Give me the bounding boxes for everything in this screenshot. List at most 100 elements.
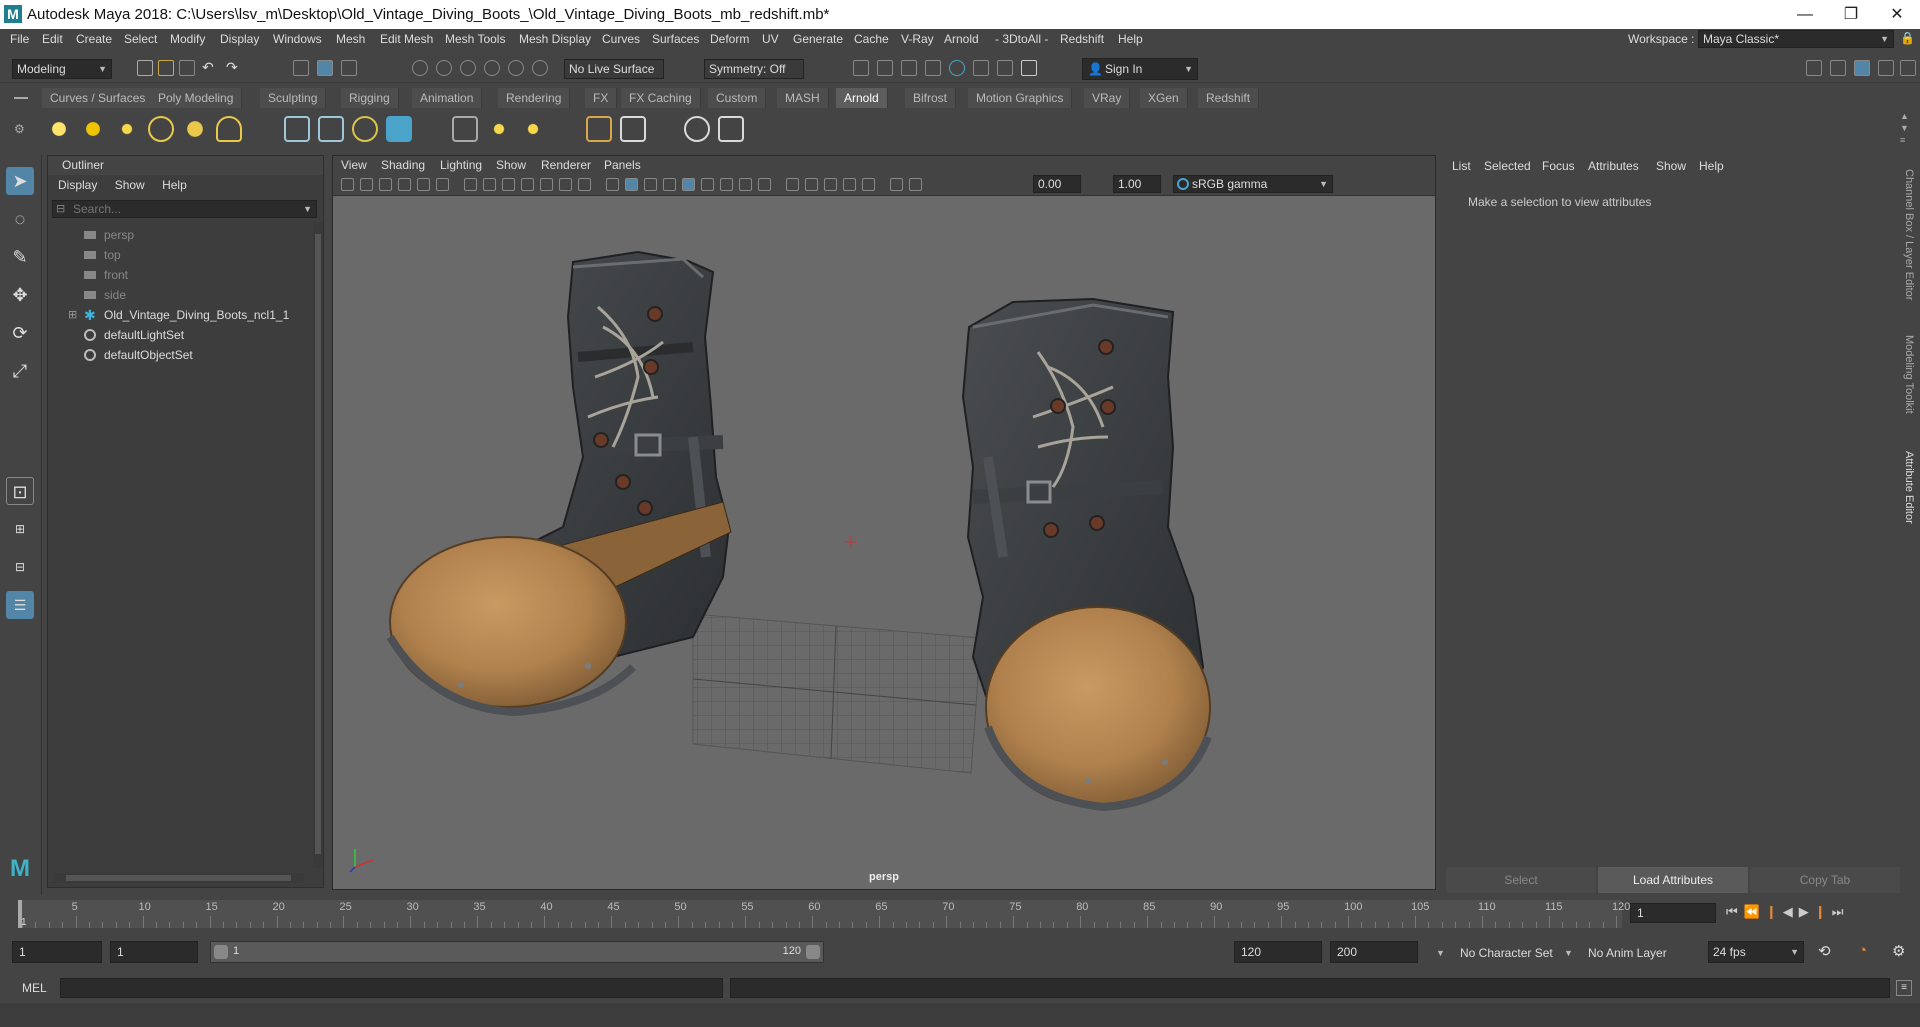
go-to-start-icon[interactable]: ⏮ <box>1726 904 1744 919</box>
grid-toggle-icon[interactable] <box>464 178 477 191</box>
area-light-icon[interactable] <box>46 116 72 142</box>
tool-settings-icon[interactable] <box>1878 60 1894 76</box>
go-to-end-icon[interactable]: ⏭ <box>1832 904 1850 919</box>
menu-vray[interactable]: V-Ray <box>901 32 934 46</box>
ae-menu-attributes[interactable]: Attributes <box>1588 159 1639 173</box>
viewport-menu-panels[interactable]: Panels <box>604 158 641 172</box>
step-back-key-icon[interactable]: ⏪ <box>1744 904 1766 919</box>
ambient-occlusion-icon[interactable] <box>739 178 752 191</box>
side-tab-modeling-toolkit[interactable]: Modeling Toolkit <box>1903 335 1915 414</box>
maximize-icon[interactable]: ❐ <box>1828 0 1874 29</box>
anti-aliasing-icon[interactable] <box>786 178 799 191</box>
outliner-item[interactable]: persp <box>48 226 303 244</box>
outliner-menu-display[interactable]: Display <box>58 176 97 194</box>
snap-surface-icon[interactable] <box>508 60 524 76</box>
shelf-tab-rendering[interactable]: Rendering <box>498 88 571 108</box>
shelf-tab-redshift[interactable]: Redshift <box>1198 88 1260 108</box>
snap-view-icon[interactable] <box>484 60 500 76</box>
show-ipr-icon[interactable] <box>684 116 710 142</box>
menu-cache[interactable]: Cache <box>854 32 889 46</box>
persp-outliner-icon[interactable]: ⊟ <box>6 553 34 581</box>
outliner-item[interactable]: front <box>48 266 303 284</box>
script-editor-icon[interactable]: ≡ <box>1896 980 1912 996</box>
layer-editor-icon[interactable] <box>1900 60 1916 76</box>
shelf-tab-motion-graphics[interactable]: Motion Graphics <box>968 88 1073 108</box>
menu-display[interactable]: Display <box>220 32 259 46</box>
menu-edit[interactable]: Edit <box>42 32 63 46</box>
shelf-tab-curves-surfaces[interactable]: Curves / Surfaces <box>42 88 155 108</box>
light-portal-icon[interactable] <box>182 116 208 142</box>
exposure-field[interactable]: 1.00 <box>1113 175 1161 193</box>
ae-menu-list[interactable]: List <box>1452 159 1471 173</box>
play-backward-icon[interactable]: ◀ <box>1783 904 1799 919</box>
shelf-tab-poly-modeling[interactable]: Poly Modeling <box>150 88 243 108</box>
select-component-icon[interactable] <box>341 60 357 76</box>
select-tool-icon[interactable]: ➤ <box>6 167 34 195</box>
smooth-shade-icon[interactable] <box>625 178 638 191</box>
mode-dropdown[interactable]: Modeling ▼ <box>12 59 112 79</box>
range-start-handle[interactable] <box>214 945 228 959</box>
exposure-icon[interactable] <box>890 178 903 191</box>
menu-mesh[interactable]: Mesh <box>336 32 365 46</box>
side-tab-attribute-editor[interactable]: Attribute Editor <box>1903 451 1915 524</box>
isolate-select-icon[interactable] <box>805 178 818 191</box>
xray-active-icon[interactable] <box>843 178 856 191</box>
shader-icon[interactable] <box>586 116 612 142</box>
menu-file[interactable]: File <box>10 32 29 46</box>
chevron-down-icon[interactable]: ▼ <box>303 201 312 217</box>
menu-create[interactable]: Create <box>76 32 112 46</box>
attribute-editor-toggle-icon[interactable] <box>1830 60 1846 76</box>
motion-blur-icon[interactable] <box>758 178 771 191</box>
symmetry-dropdown[interactable]: Symmetry: Off <box>704 59 804 79</box>
color-space-dropdown[interactable]: sRGB gamma ▼ <box>1173 175 1333 193</box>
fps-dropdown[interactable]: 24 fps ▼ <box>1708 941 1804 963</box>
render-icon[interactable] <box>718 116 744 142</box>
select-object-icon[interactable] <box>317 60 333 76</box>
shelf-tab-custom[interactable]: Custom <box>708 88 767 108</box>
channel-box-toggle-icon[interactable] <box>1854 60 1870 76</box>
outliner-vscrollbar[interactable] <box>313 222 323 868</box>
left-boot[interactable] <box>386 250 732 717</box>
four-view-icon[interactable]: ⊞ <box>6 515 34 543</box>
time-slider-track[interactable]: 5 10 15 20 25 30 35 40 45 50 55 60 65 70 75 80 85 90 95 100… <box>18 900 1630 928</box>
image-plane-icon[interactable] <box>398 178 411 191</box>
ae-copy-tab-button[interactable]: Copy Tab <box>1750 867 1900 893</box>
near-clip-field[interactable]: 0.00 <box>1033 175 1081 193</box>
menu-surfaces[interactable]: Surfaces <box>652 32 699 46</box>
tx-manager-icon[interactable] <box>486 116 512 142</box>
outliner-menu-show[interactable]: Show <box>115 176 145 194</box>
menu-3dtoall[interactable]: - 3DtoAll - <box>995 32 1048 46</box>
rotate-tool-icon[interactable]: ⟳ <box>6 319 34 347</box>
playback-start-field[interactable]: 1 <box>110 941 198 963</box>
side-tab-channel-box[interactable]: Channel Box / Layer Editor <box>1903 169 1915 300</box>
menu-mesh-display[interactable]: Mesh Display <box>519 32 591 46</box>
sign-in-button[interactable]: 👤 Sign In ▼ <box>1082 58 1198 80</box>
workspace-dropdown[interactable]: Maya Classic* ▼ <box>1698 30 1894 48</box>
ae-menu-focus[interactable]: Focus <box>1542 159 1575 173</box>
snap-vertex-icon[interactable] <box>532 60 548 76</box>
default-material-icon[interactable] <box>644 178 657 191</box>
close-icon[interactable]: ✕ <box>1874 0 1920 29</box>
expand-icon[interactable]: ⊞ <box>68 306 77 324</box>
step-back-frame-icon[interactable]: ❙ <box>1766 904 1783 919</box>
resolution-gate-icon[interactable] <box>502 178 515 191</box>
use-lights-icon[interactable] <box>701 178 714 191</box>
shelf-menu-icon[interactable] <box>14 97 28 99</box>
shelf-scroll-icon[interactable]: ▲ ▼ ≡ <box>1900 110 1909 146</box>
snap-point-icon[interactable] <box>460 60 476 76</box>
safe-title-icon[interactable] <box>578 178 591 191</box>
menu-help[interactable]: Help <box>1118 32 1143 46</box>
export-standin-icon[interactable] <box>318 116 344 142</box>
shelf-tab-bifrost[interactable]: Bifrost <box>905 88 957 108</box>
outliner-hscrollbar[interactable] <box>54 873 304 883</box>
backface-culling-icon[interactable] <box>862 178 875 191</box>
paint-select-icon[interactable]: ✎ <box>6 243 34 271</box>
undo-icon[interactable]: ↶ <box>202 60 218 76</box>
anim-layer-dropdown[interactable]: ▼ No Anim Layer <box>1560 943 1700 963</box>
scale-tool-icon[interactable]: ⤢ <box>6 357 34 385</box>
2d-pan-zoom-icon[interactable] <box>417 178 430 191</box>
menu-select[interactable]: Select <box>124 32 157 46</box>
current-frame-field[interactable]: 1 <box>1630 903 1716 923</box>
ae-load-attributes-button[interactable]: Load Attributes <box>1598 867 1748 893</box>
command-input[interactable] <box>60 978 723 998</box>
